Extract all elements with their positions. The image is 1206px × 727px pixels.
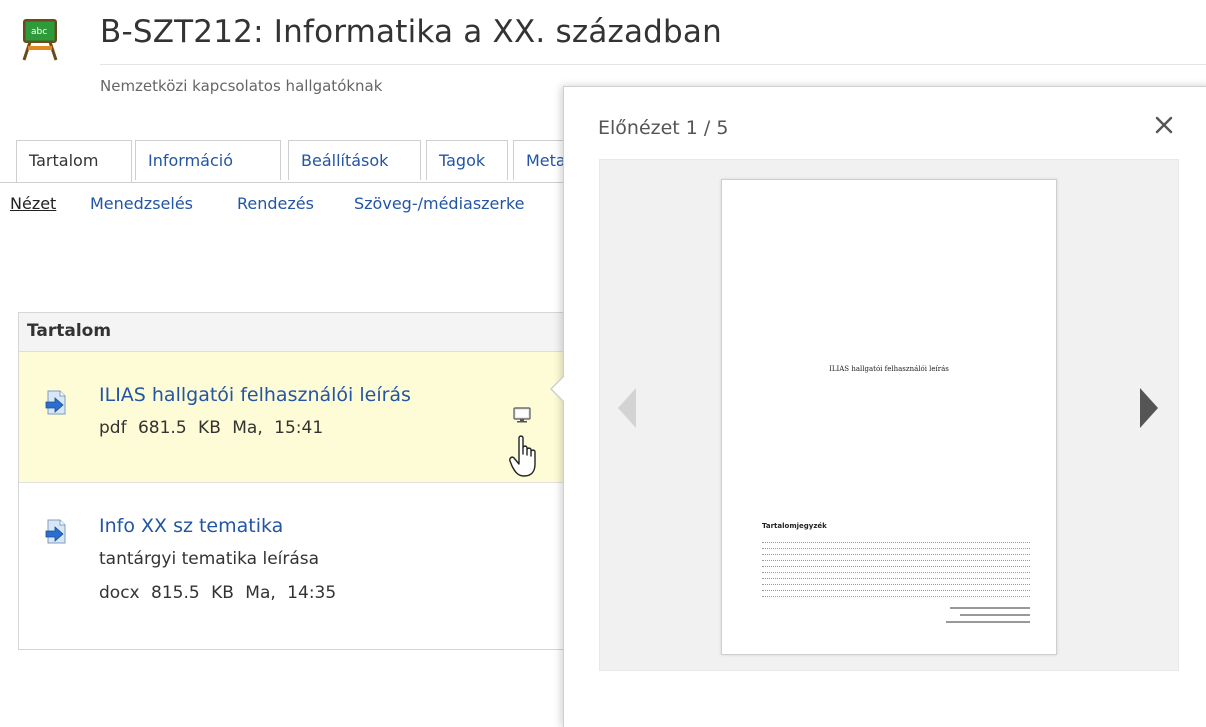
page-title: B-SZT212: Informatika a XX. században — [100, 14, 722, 50]
tab-members[interactable]: Tagok — [426, 140, 508, 180]
tab-settings[interactable]: Beállítások — [288, 140, 421, 180]
download-file-icon — [45, 519, 67, 545]
item-description: tantárgyi tematika leírása — [99, 549, 320, 569]
content-block-title: Tartalom — [27, 321, 112, 341]
pdf-toc-lines — [762, 538, 1030, 598]
header-divider — [100, 64, 1206, 65]
page-subtitle: Nemzetközi kapcsolatos hallgatóknak — [100, 77, 383, 95]
hand-pointer-icon — [509, 434, 543, 480]
chevron-right-icon[interactable] — [1140, 388, 1158, 428]
pdf-toc-heading: Tartalomjegyzék — [762, 522, 827, 530]
item-meta: pdf 681.5 KB Ma, 15:41 — [99, 418, 324, 438]
svg-text:abc: abc — [31, 27, 47, 37]
close-icon[interactable] — [1152, 113, 1176, 137]
list-item[interactable]: ILIAS hallgatói felhasználói leírás pdf … — [19, 352, 579, 482]
download-file-icon — [45, 390, 67, 416]
item-title-link[interactable]: Info XX sz tematika — [99, 515, 283, 537]
preview-panel: Előnézet 1 / 5 ILIAS hallgatói felhaszná… — [550, 86, 1206, 727]
content-block-header: Tartalom — [19, 313, 579, 352]
toc-line — [762, 544, 1030, 549]
preview-viewport: ILIAS hallgatói felhasználói leírás Tart… — [599, 159, 1179, 671]
toc-line — [762, 574, 1030, 579]
chalkboard-icon: abc — [20, 18, 60, 62]
tabs-divider — [0, 182, 570, 183]
toc-line — [762, 568, 1030, 573]
subtab-view[interactable]: Nézet — [10, 194, 56, 213]
toc-line — [762, 562, 1030, 567]
item-meta: docx 815.5 KB Ma, 14:35 — [99, 583, 337, 603]
toc-line — [762, 550, 1030, 555]
tab-information[interactable]: Információ — [135, 140, 281, 180]
toc-line — [762, 556, 1030, 561]
subtab-text-media-editor[interactable]: Szöveg-/médiaszerke — [354, 194, 525, 213]
list-item[interactable]: Info XX sz tematika tantárgyi tematika l… — [19, 483, 579, 649]
toc-line — [762, 586, 1030, 591]
toc-line — [762, 538, 1030, 543]
preview-panel-pointer-fill — [552, 377, 564, 401]
pdf-footer-text — [910, 606, 1030, 628]
toc-line — [762, 592, 1030, 597]
pdf-document-title: ILIAS hallgatói felhasználói leírás — [829, 365, 949, 373]
pdf-page-thumbnail: ILIAS hallgatói felhasználói leírás Tart… — [721, 179, 1057, 655]
chevron-left-icon[interactable] — [618, 388, 636, 428]
content-block: Tartalom ILIAS hallgatói felhasználói le… — [18, 312, 580, 650]
preview-title: Előnézet 1 / 5 — [598, 117, 729, 139]
subtab-sort[interactable]: Rendezés — [237, 194, 314, 213]
monitor-preview-icon[interactable] — [513, 406, 531, 424]
subtab-manage[interactable]: Menedzselés — [90, 194, 193, 213]
toc-line — [762, 580, 1030, 585]
item-title-link[interactable]: ILIAS hallgatói felhasználói leírás — [99, 384, 411, 406]
tab-content[interactable]: Tartalom — [16, 140, 132, 182]
